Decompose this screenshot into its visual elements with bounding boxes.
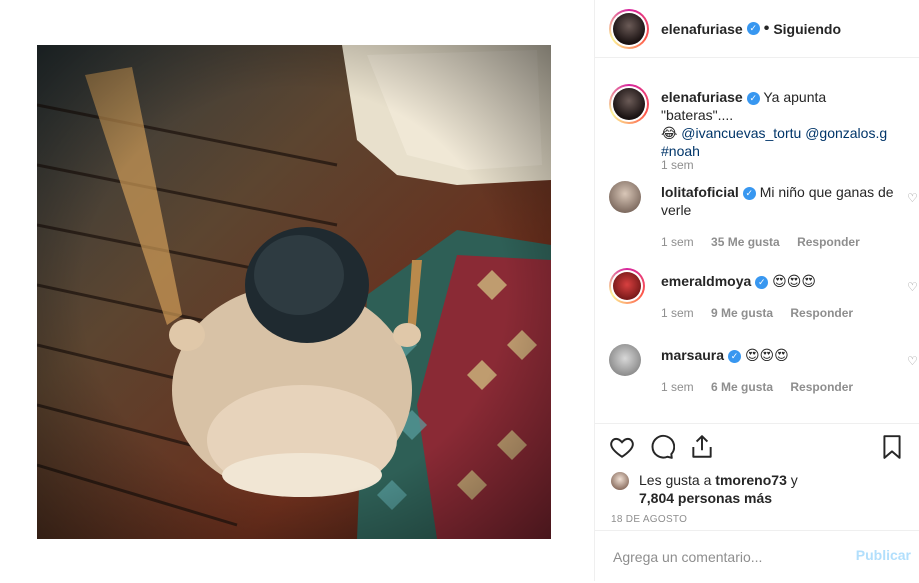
caption-username[interactable]: elenafuriase — [661, 89, 743, 105]
instagram-post-view: elenafuriase ✓ • Siguiendo elenafuriase ✓… — [0, 0, 919, 583]
caption-emoji: 😂 — [661, 125, 678, 141]
caption-text: elenafuriase ✓ Ya apunta "bateras".... 😂 … — [661, 88, 901, 160]
comment-meta: 1 sem 6 Me gusta Responder — [661, 380, 867, 394]
commenter-username[interactable]: marsaura — [661, 347, 724, 363]
verified-badge-icon: ✓ — [728, 349, 742, 363]
comment-body: 😍😍😍 — [772, 273, 816, 289]
comment-icon[interactable] — [649, 434, 675, 460]
comment-meta: 1 sem 35 Me gusta Responder — [661, 235, 874, 249]
comment-likes[interactable]: 35 Me gusta — [711, 235, 780, 249]
post-media — [0, 0, 594, 581]
reply-button[interactable]: Responder — [790, 306, 853, 320]
verified-badge-icon: ✓ — [746, 22, 760, 35]
photo-child-drumming-image — [37, 45, 551, 539]
like-comment-heart-icon[interactable]: ♡ — [907, 354, 919, 368]
comment-input[interactable] — [611, 531, 845, 583]
hashtag-link[interactable]: #noah — [661, 143, 700, 159]
verified-badge-icon: ✓ — [755, 275, 769, 289]
verified-badge-icon: ✓ — [746, 91, 760, 105]
likes-prefix: Les gusta a — [639, 472, 712, 488]
comment-likes[interactable]: 9 Me gusta — [711, 306, 773, 320]
comment-body: 😍😍😍 — [744, 347, 789, 363]
likes-joiner: y — [790, 472, 798, 488]
author-avatar[interactable] — [609, 8, 649, 49]
caption-avatar[interactable] — [609, 84, 649, 124]
comment-time[interactable]: 1 sem — [661, 306, 694, 320]
caption-time[interactable]: 1 sem — [661, 158, 694, 172]
caption-meta: 1 sem — [661, 158, 708, 172]
comment-likes[interactable]: 6 Me gusta — [711, 380, 773, 394]
share-icon[interactable] — [689, 434, 715, 460]
post-date[interactable]: 18 DE AGOSTO — [611, 514, 687, 525]
comment-time[interactable]: 1 sem — [661, 235, 694, 249]
post-photo[interactable] — [37, 45, 551, 539]
separator-dot: • — [763, 19, 770, 37]
likes-text: Les gusta a tmoreno73 y 7,804 personas m… — [639, 471, 859, 507]
comment-text: lolitafoficial ✓ Mi niño que ganas de ver… — [661, 183, 901, 219]
following-button[interactable]: Siguiendo — [773, 21, 841, 37]
comment-time[interactable]: 1 sem — [661, 380, 694, 394]
heart-icon[interactable] — [609, 434, 635, 460]
commenter-avatar[interactable] — [609, 344, 641, 376]
commenter-username[interactable]: lolitafoficial — [661, 184, 739, 200]
action-icons — [609, 434, 905, 462]
commenter-avatar[interactable] — [609, 268, 645, 304]
verified-badge-icon: ✓ — [742, 186, 756, 200]
liker-avatar[interactable] — [611, 472, 629, 490]
reply-button[interactable]: Responder — [797, 235, 860, 249]
post-header: elenafuriase ✓ • Siguiendo — [595, 0, 919, 58]
add-comment-bar: Publicar — [595, 530, 919, 583]
mention-link[interactable]: @gonzalos.g — [805, 125, 887, 141]
like-comment-heart-icon[interactable]: ♡ — [907, 191, 919, 205]
bookmark-icon[interactable] — [879, 434, 905, 460]
post-side-panel: elenafuriase ✓ • Siguiendo elenafuriase ✓… — [594, 0, 919, 583]
publish-button[interactable]: Publicar — [856, 547, 911, 563]
reply-button[interactable]: Responder — [790, 380, 853, 394]
comments-list[interactable]: elenafuriase ✓ Ya apunta "bateras".... 😂 … — [595, 58, 919, 423]
commenter-avatar[interactable] — [609, 181, 641, 213]
author-username[interactable]: elenafuriase — [661, 21, 743, 37]
comment-text: marsaura ✓ 😍😍😍 — [661, 346, 901, 364]
like-comment-heart-icon[interactable]: ♡ — [907, 280, 919, 294]
comment-meta: 1 sem 9 Me gusta Responder — [661, 306, 867, 320]
likes-count[interactable]: 7,804 personas más — [639, 490, 772, 506]
comment-text: emeraldmoya ✓ 😍😍😍 — [661, 272, 901, 290]
mention-link[interactable]: @ivancuevas_tortu — [681, 125, 801, 141]
liker-username[interactable]: tmoreno73 — [715, 472, 787, 488]
commenter-username[interactable]: emeraldmoya — [661, 273, 751, 289]
